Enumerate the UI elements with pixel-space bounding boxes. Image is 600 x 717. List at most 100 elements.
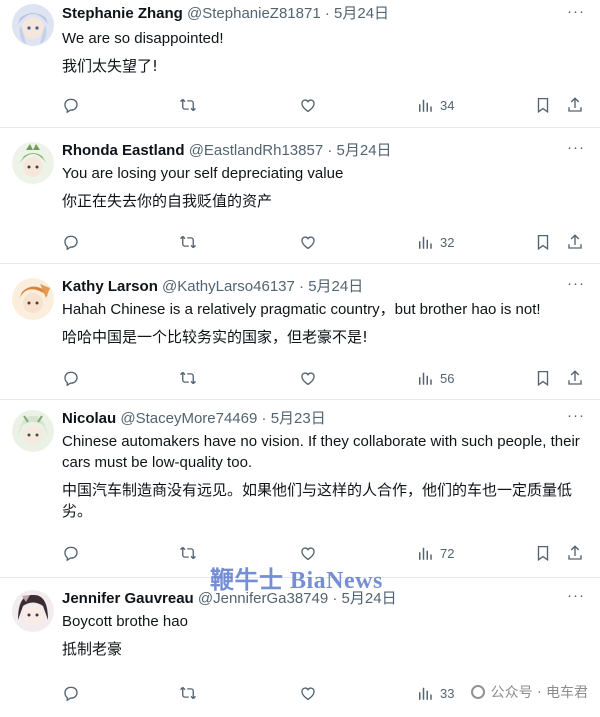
analytics-icon [419,236,432,249]
user-name[interactable]: Nicolau [62,410,116,427]
views-count: 34 [440,97,455,113]
tweet-header: Stephanie Zhang @StephanieZ81871 · 5月24日 [62,0,600,24]
tweet-actions: 34 [62,94,584,116]
separator: · [320,5,335,22]
tweet-date[interactable]: 5月23日 [271,410,326,427]
separator: · [294,278,309,295]
avatar[interactable] [12,142,54,184]
views-button[interactable]: 56 [416,367,454,389]
tweet-translation: 中国汽车制造商没有远见。如果他们与这样的人合作，他们的车也一定质量低劣。 [62,481,573,520]
watermark-account-text: 公众号 · 电车君 [490,685,588,701]
views-count: 72 [440,545,455,561]
share-button[interactable] [566,231,584,253]
tweet[interactable]: Rhonda Eastland @EastlandRh13857 · 5月24日… [0,128,600,264]
reply-button[interactable] [62,231,80,253]
tweet-actions: 32 [62,231,584,253]
bookmark-button[interactable] [534,94,552,116]
reply-button[interactable] [62,682,80,704]
more-icon[interactable]: ··· [566,588,586,610]
like-button[interactable] [299,367,317,389]
user-handle[interactable]: @StaceyMore74469 [120,410,257,427]
tweet-text: You are losing your self depreciating va… [62,165,344,182]
tweet-date[interactable]: 5月24日 [337,142,392,159]
analytics-icon [419,687,432,700]
heart-icon [301,372,315,386]
views-button[interactable]: 33 [416,682,454,704]
bookmark-icon [537,234,549,251]
user-handle[interactable]: @KathyLarso46137 [162,278,295,295]
tweet[interactable]: Stephanie Zhang @StephanieZ81871 · 5月24日… [0,0,600,128]
user-handle[interactable]: @EastlandRh13857 [189,142,324,159]
tweet-translation: 抵制老豪 [62,640,123,658]
share-button[interactable] [566,367,584,389]
share-icon [568,545,582,560]
heart-icon [301,99,315,113]
user-name[interactable]: Jennifer Gauvreau [62,590,194,607]
reply-button[interactable] [62,542,80,564]
reply-button[interactable] [62,367,80,389]
reply-icon [64,686,78,702]
tweet-feed: Stephanie Zhang @StephanieZ81871 · 5月24日… [0,0,600,717]
views-button[interactable]: 72 [416,542,454,564]
tweet-translation: 我们太失望了! [62,57,159,75]
tweet[interactable]: Kathy Larson @KathyLarso46137 · 5月24日 ··… [0,264,600,400]
user-name[interactable]: Stephanie Zhang [62,5,183,22]
share-button[interactable] [566,94,584,116]
more-icon[interactable]: ··· [566,140,586,162]
more-icon[interactable]: ··· [566,408,586,430]
reply-button[interactable] [62,94,80,116]
avatar[interactable] [12,278,54,320]
avatar[interactable] [12,410,54,452]
like-button[interactable] [299,682,317,704]
tweet-text: We are so disappointed! [62,30,224,47]
bookmark-icon [537,97,549,114]
retweet-icon [180,371,196,385]
avatar[interactable] [12,4,54,46]
tweet-translation: 哈哈中国是一个比较务实的国家，但老豪不是! [62,328,369,346]
like-button[interactable] [299,231,317,253]
retweet-button[interactable] [179,542,197,564]
user-name[interactable]: Rhonda Eastland [62,142,185,159]
retweet-icon [180,686,196,700]
user-name[interactable]: Kathy Larson [62,278,158,295]
heart-icon [301,687,315,701]
tweet-header: Rhonda Eastland @EastlandRh13857 · 5月24日 [62,128,600,161]
more-icon[interactable]: ··· [566,276,586,298]
retweet-button[interactable] [179,367,197,389]
separator: · [257,410,271,427]
bookmark-button[interactable] [534,542,552,564]
separator: · [323,142,337,159]
share-icon [568,370,582,385]
like-button[interactable] [299,94,317,116]
watermark-account: 公众号 · 电车君 [470,682,588,702]
tweet-header: Nicolau @StaceyMore74469 · 5月23日 [62,400,600,429]
tweet-date[interactable]: 5月24日 [334,5,389,22]
views-count: 33 [440,685,455,701]
retweet-button[interactable] [179,94,197,116]
tweet-actions: 56 [62,367,584,389]
retweet-icon [180,98,196,112]
bookmark-button[interactable] [534,367,552,389]
more-icon[interactable]: ··· [566,4,586,26]
reply-icon [64,235,78,251]
tweet-header: Kathy Larson @KathyLarso46137 · 5月24日 [62,264,600,297]
user-handle[interactable]: @StephanieZ81871 [187,5,321,22]
retweet-button[interactable] [179,682,197,704]
bookmark-button[interactable] [534,231,552,253]
share-button[interactable] [566,542,584,564]
reply-icon [64,371,78,387]
tweet-translation: 你正在失去你的自我贬值的资产 [62,192,273,210]
views-button[interactable]: 34 [416,94,454,116]
tweet-text: Hahah Chinese is a relatively pragmatic … [62,301,541,318]
reply-icon [64,546,78,562]
retweet-icon [180,546,196,560]
analytics-icon [419,547,432,560]
reply-icon [64,98,78,114]
views-button[interactable]: 32 [416,231,454,253]
tweet-date[interactable]: 5月24日 [308,278,363,295]
heart-icon [301,236,315,250]
tweet[interactable]: Nicolau @StaceyMore74469 · 5月23日 ··· Chi… [0,400,600,578]
retweet-button[interactable] [179,231,197,253]
tweet-text: Boycott brothe hao [62,613,188,630]
avatar[interactable] [12,590,54,632]
